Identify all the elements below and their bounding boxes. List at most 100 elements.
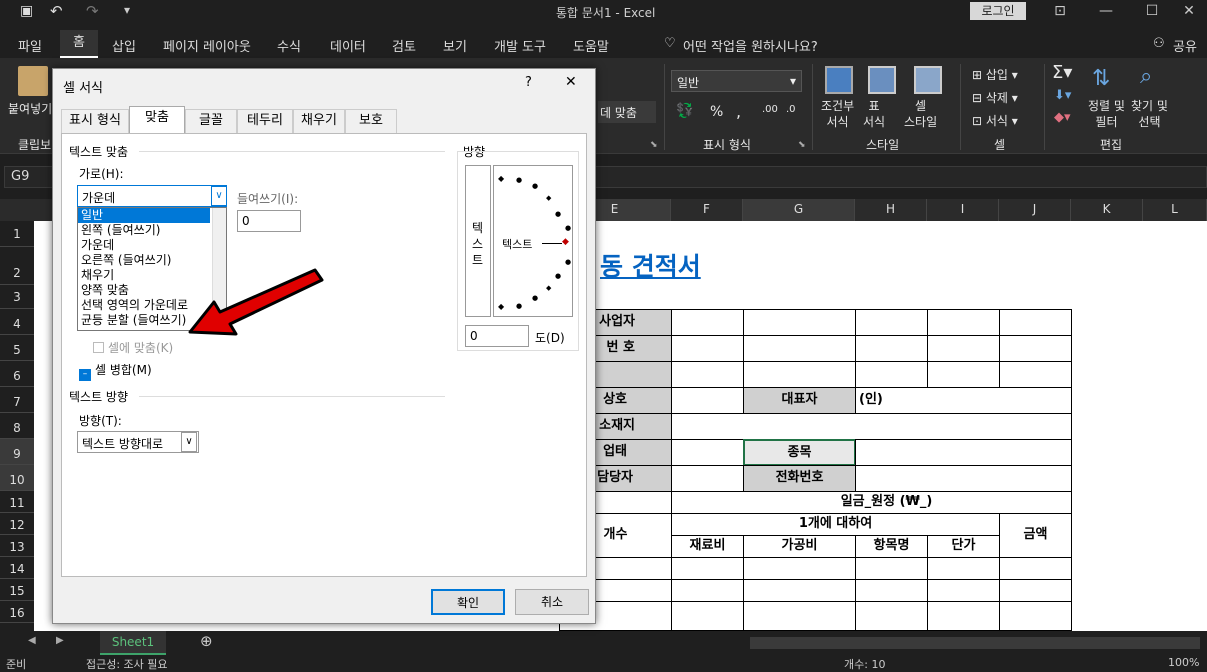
shrink-to-fit-checkbox[interactable]: 셀에 맞춤(K) — [93, 339, 173, 356]
column-header-i[interactable]: I — [927, 199, 999, 221]
paste-button[interactable]: 붙여넣기 — [8, 100, 52, 117]
close-icon[interactable]: ✕ — [565, 74, 577, 90]
table-cell[interactable] — [743, 361, 856, 388]
table-cell[interactable] — [855, 335, 928, 362]
column-header-g[interactable]: G — [743, 199, 855, 221]
customize-qat-icon[interactable]: ▾ — [124, 3, 130, 17]
table-cell[interactable] — [743, 557, 856, 580]
table-cell[interactable] — [671, 601, 744, 631]
sheet-tab-sheet1[interactable]: Sheet1 — [100, 631, 166, 655]
table-cell[interactable] — [855, 557, 928, 580]
column-header-h[interactable]: H — [855, 199, 927, 221]
table-cell[interactable] — [927, 361, 1000, 388]
tab-fill[interactable]: 채우기 — [293, 109, 345, 133]
table-cell[interactable] — [927, 335, 1000, 362]
ribbon-display-icon[interactable]: ⊡ — [1037, 0, 1083, 24]
comma-button[interactable]: , — [736, 102, 741, 121]
table-cell[interactable] — [855, 309, 928, 336]
insert-cells-button[interactable]: ⊞ 삽입 ▾ — [972, 66, 1018, 83]
tab-formulas[interactable]: 수식 — [277, 36, 301, 55]
chevron-down-icon[interactable]: ∨ — [211, 186, 227, 206]
table-cell[interactable] — [671, 439, 744, 466]
login-button[interactable]: 로그인 — [970, 2, 1026, 20]
tab-alignment[interactable]: 맞춤 — [129, 106, 185, 133]
format-as-table-icon[interactable] — [868, 66, 896, 94]
indent-input[interactable]: 0 — [237, 210, 301, 232]
fill-icon[interactable]: ⬇▾ — [1054, 88, 1071, 103]
cancel-button[interactable]: 취소 — [515, 589, 589, 615]
add-sheet-icon[interactable]: ⊕ — [200, 632, 213, 650]
row-header[interactable]: 9 — [0, 439, 34, 465]
table-cell[interactable] — [999, 579, 1072, 602]
table-cell[interactable] — [999, 309, 1072, 336]
sort-filter-icon[interactable]: ⇅ — [1092, 66, 1110, 91]
row-header[interactable]: 5 — [0, 335, 34, 361]
tab-data[interactable]: 데이터 — [330, 36, 366, 55]
delete-cells-button[interactable]: ⊟ 삭제 ▾ — [972, 89, 1018, 106]
row-header[interactable]: 15 — [0, 579, 34, 601]
table-cell[interactable] — [671, 387, 744, 414]
row-header[interactable]: 7 — [0, 387, 34, 413]
table-cell[interactable] — [743, 309, 856, 336]
table-cell[interactable] — [671, 557, 744, 580]
column-header-l[interactable]: L — [1143, 199, 1207, 221]
cell-styles-button[interactable]: 셀 스타일 — [904, 98, 937, 130]
formula-bar[interactable] — [570, 166, 1207, 188]
conditional-format-button[interactable]: 조건부 서식 — [821, 98, 854, 130]
save-icon[interactable]: ▣ — [20, 3, 33, 19]
tab-page-layout[interactable]: 페이지 레이아웃 — [163, 36, 251, 55]
table-cell[interactable] — [671, 465, 744, 492]
clear-icon[interactable]: ◆▾ — [1054, 110, 1071, 125]
table-cell[interactable] — [671, 579, 744, 602]
table-cell[interactable] — [855, 579, 928, 602]
degree-input[interactable]: 0 — [465, 325, 529, 347]
table-cell[interactable] — [999, 557, 1072, 580]
table-cell[interactable] — [999, 601, 1072, 631]
list-item-left[interactable]: 왼쪽 (들여쓰기) — [78, 223, 226, 238]
scroll-left-icon[interactable]: ◀ — [28, 635, 36, 646]
table-cell[interactable] — [743, 579, 856, 602]
column-header-f[interactable]: F — [671, 199, 743, 221]
table-cell[interactable] — [671, 361, 744, 388]
column-header-k[interactable]: K — [1071, 199, 1143, 221]
column-header-j[interactable]: J — [999, 199, 1071, 221]
table-cell[interactable] — [671, 335, 744, 362]
row-header[interactable]: 13 — [0, 535, 34, 557]
table-cell[interactable] — [927, 557, 1000, 580]
item-label-selected[interactable]: 종목 — [743, 439, 856, 466]
redo-icon[interactable]: ↷ — [86, 2, 99, 20]
tab-insert[interactable]: 삽입 — [112, 36, 136, 55]
tell-me-search[interactable]: 어떤 작업을 원하시나요? — [683, 36, 818, 55]
tab-home[interactable]: 홈 — [60, 30, 98, 58]
ok-button[interactable]: 확인 — [431, 589, 505, 615]
tab-help[interactable]: 도움말 — [573, 36, 609, 55]
row-header[interactable]: 1 — [0, 221, 34, 247]
row-header[interactable]: 10 — [0, 465, 34, 491]
tab-file[interactable]: 파일 — [18, 36, 42, 55]
tab-number[interactable]: 표시 형식 — [61, 109, 129, 133]
number-launcher-icon[interactable]: ⬊ — [798, 140, 806, 150]
table-cell[interactable] — [671, 309, 744, 336]
row-header[interactable]: 3 — [0, 285, 34, 309]
help-button[interactable]: ? — [525, 75, 532, 90]
table-cell[interactable] — [855, 465, 1072, 492]
horizontal-combo[interactable]: 가운데 — [77, 185, 227, 207]
row-header[interactable]: 4 — [0, 309, 34, 335]
row-header[interactable]: 14 — [0, 557, 34, 579]
accessibility-status[interactable]: 접근성: 조사 필요 — [86, 656, 168, 672]
table-cell[interactable] — [855, 601, 928, 631]
table-cell[interactable] — [743, 601, 856, 631]
table-cell[interactable] — [927, 579, 1000, 602]
share-button[interactable]: 공유 — [1173, 36, 1197, 55]
row-header[interactable]: 11 — [0, 491, 34, 513]
tab-border[interactable]: 테두리 — [237, 109, 293, 133]
table-cell[interactable] — [927, 601, 1000, 631]
chevron-down-icon[interactable]: ∨ — [181, 432, 197, 452]
merge-center-button[interactable]: 데 맞춤 — [598, 101, 656, 123]
paste-icon[interactable] — [18, 66, 48, 96]
format-as-table-button[interactable]: 표 서식 — [863, 98, 885, 130]
find-select-button[interactable]: 찾기 및 선택 — [1131, 98, 1168, 130]
horizontal-scrollbar[interactable] — [750, 637, 1200, 649]
row-header[interactable]: 16 — [0, 601, 34, 623]
list-item-general[interactable]: 일반 — [78, 208, 210, 223]
